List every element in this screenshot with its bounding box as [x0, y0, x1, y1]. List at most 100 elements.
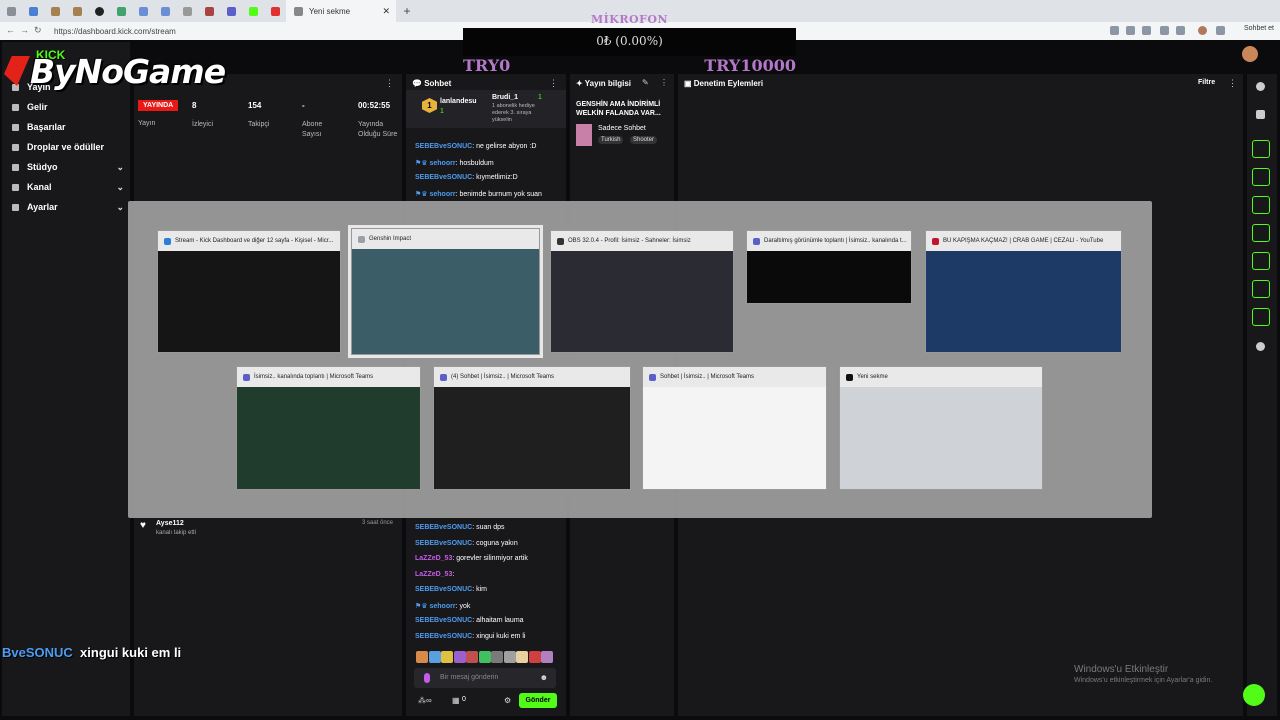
chat-username[interactable]: SEBEBveSONUC [415, 617, 472, 624]
switcher-window[interactable]: Stream - Kick Dashboard ve diğer 12 sayf… [157, 230, 341, 353]
refresh-icon[interactable]: ↻ [34, 25, 42, 36]
sidebar-item-basarilar[interactable]: Başarılar [12, 122, 124, 132]
emote-icon[interactable] [478, 651, 491, 663]
browser-tab[interactable] [88, 0, 110, 22]
browser-tab[interactable] [220, 0, 242, 22]
tag-chip[interactable]: Shooter [630, 136, 658, 144]
chat-username[interactable]: sehoorr [430, 191, 456, 198]
extension-icon[interactable] [1160, 26, 1169, 35]
extension-icon[interactable] [1126, 26, 1135, 35]
browser-tab[interactable] [176, 0, 198, 22]
chat-username[interactable]: SEBEBveSONUC [415, 524, 472, 531]
sidebar-item-gelir[interactable]: Gelir [12, 102, 124, 112]
edit-icon[interactable] [1256, 110, 1265, 119]
browser-tab[interactable] [66, 0, 88, 22]
chat-username[interactable]: sehoorr [430, 160, 456, 167]
sidebar-item-ayarlar[interactable]: Ayarlar ⌄ [12, 202, 124, 212]
back-icon[interactable]: ← [6, 25, 15, 35]
filter-button[interactable]: Filtre [1198, 79, 1215, 86]
browser-tab[interactable] [22, 0, 44, 22]
emote-icon[interactable] [491, 651, 503, 663]
chat-username[interactable]: SEBEBveSONUC [415, 586, 472, 593]
chat-username[interactable]: SEBEBveSONUC [415, 143, 472, 150]
tag-chip[interactable]: Turkish [598, 136, 624, 144]
emote-icon[interactable] [466, 651, 478, 663]
emote-icon[interactable] [503, 651, 516, 663]
copilot-chat-button[interactable]: Sohbet et [1244, 25, 1274, 32]
more-options-icon[interactable]: ⋮ [1228, 78, 1237, 89]
window-title: İsimsiz.. kanalında toplantı | Microsoft… [254, 374, 374, 380]
user-avatar[interactable] [1242, 46, 1258, 62]
window-title: OBS 32.0.4 - Profil: İsimsiz - Sahneler:… [568, 238, 691, 244]
chat-input[interactable]: Bir mesaj gönderin ☻ [414, 668, 556, 688]
chat-username[interactable]: SEBEBveSONUC [415, 540, 472, 547]
points-icon[interactable]: ⁂∞ [418, 696, 432, 705]
sidebar-item-droplar[interactable]: Droplar ve ödüller [12, 142, 124, 152]
sidebar-item-studyo[interactable]: Stüdyo ⌄ [12, 162, 124, 172]
url-field[interactable]: https://dashboard.kick.com/stream [54, 27, 176, 36]
emote-icon[interactable] [541, 651, 553, 663]
emoji-icon[interactable]: ☻ [540, 673, 548, 682]
stream-title: GENSHİN AMA İNDİRİMLİ WELKİN FALANDA VAR… [576, 101, 661, 117]
emote-icon[interactable] [416, 651, 428, 663]
switcher-window[interactable]: İsimsiz.. kanalında toplantı | Microsoft… [236, 366, 421, 490]
support-chat-button[interactable] [1243, 684, 1265, 706]
logo-arrow-icon [4, 56, 30, 86]
extension-icon[interactable] [1110, 26, 1119, 35]
window-title: BU KAPIŞMA KAÇMAZ! | CRAB GAME | CEZALI … [943, 238, 1104, 244]
switcher-window[interactable]: (4) Sohbet | İsimsiz.. | Microsoft Teams [433, 366, 631, 490]
menu-icon[interactable] [1216, 26, 1225, 35]
quick-action-button[interactable] [1252, 224, 1270, 242]
extension-icon[interactable] [1176, 26, 1185, 35]
quick-action-button[interactable] [1252, 308, 1270, 326]
browser-tab-active[interactable]: Yeni sekme ✕ [286, 0, 396, 22]
close-tab-icon[interactable]: ✕ [382, 6, 390, 17]
chat-text: : [452, 570, 455, 578]
browser-tab[interactable] [242, 0, 264, 22]
settings-gear-icon[interactable]: ⚙ [504, 696, 511, 705]
extension-icon[interactable] [1142, 26, 1151, 35]
browser-tab[interactable] [198, 0, 220, 22]
gift-user-count: 1 [538, 94, 542, 101]
chat-username[interactable]: LaZZeD_53 [415, 571, 452, 578]
window-titlebar: İsimsiz.. kanalında toplantı | Microsoft… [237, 367, 420, 387]
gift-box-icon[interactable]: ▦ [452, 696, 460, 705]
switcher-window[interactable]: Daraltılmış görünümle toplantı | İsimsiz… [746, 230, 912, 304]
browser-tab[interactable] [132, 0, 154, 22]
chat-username[interactable]: SEBEBveSONUC [415, 174, 472, 181]
quick-action-button[interactable] [1252, 196, 1270, 214]
browser-tab[interactable] [110, 0, 132, 22]
forward-icon[interactable]: → [20, 25, 29, 35]
quick-action-button[interactable] [1252, 280, 1270, 298]
emote-icon[interactable] [453, 651, 466, 663]
switcher-window[interactable]: Yeni sekme [839, 366, 1043, 490]
browser-tab[interactable] [264, 0, 286, 22]
new-tab-button[interactable]: + [396, 0, 418, 22]
emote-icon[interactable] [516, 651, 528, 663]
browser-tab[interactable] [154, 0, 176, 22]
more-options-icon[interactable]: ⋮ [385, 78, 394, 89]
send-button[interactable]: Gönder [519, 693, 557, 708]
quick-action-button[interactable] [1252, 252, 1270, 270]
quick-action-button[interactable] [1252, 140, 1270, 158]
viewers-stat: 8 İzleyici [192, 101, 214, 128]
emote-icon[interactable] [441, 651, 453, 663]
sidebar-item-kanal[interactable]: Kanal ⌄ [12, 182, 124, 192]
emote-icon[interactable] [528, 651, 541, 663]
profile-avatar[interactable] [1198, 26, 1207, 35]
quick-action-button[interactable] [1252, 168, 1270, 186]
switcher-window[interactable]: BU KAPIŞMA KAÇMAZ! | CRAB GAME | CEZALI … [925, 230, 1122, 353]
browser-tab[interactable] [44, 0, 66, 22]
switcher-window[interactable]: OBS 32.0.4 - Profil: İsimsiz - Sahneler:… [550, 230, 734, 353]
share-icon[interactable] [1256, 342, 1265, 351]
info-icon[interactable] [1256, 82, 1265, 91]
chat-username[interactable]: SEBEBveSONUC [415, 633, 472, 640]
emote-icon[interactable] [428, 651, 441, 663]
switcher-window[interactable]: Genshin Impact [348, 225, 543, 358]
chat-username[interactable]: LaZZeD_53 [415, 555, 452, 562]
microphone-icon[interactable] [424, 673, 430, 683]
browser-tab[interactable] [0, 0, 22, 22]
switcher-window[interactable]: Sohbet | İsimsiz.. | Microsoft Teams [642, 366, 827, 490]
chat-username[interactable]: sehoorr [430, 603, 456, 610]
overlay-chat-user: BveSONUC [2, 645, 73, 660]
